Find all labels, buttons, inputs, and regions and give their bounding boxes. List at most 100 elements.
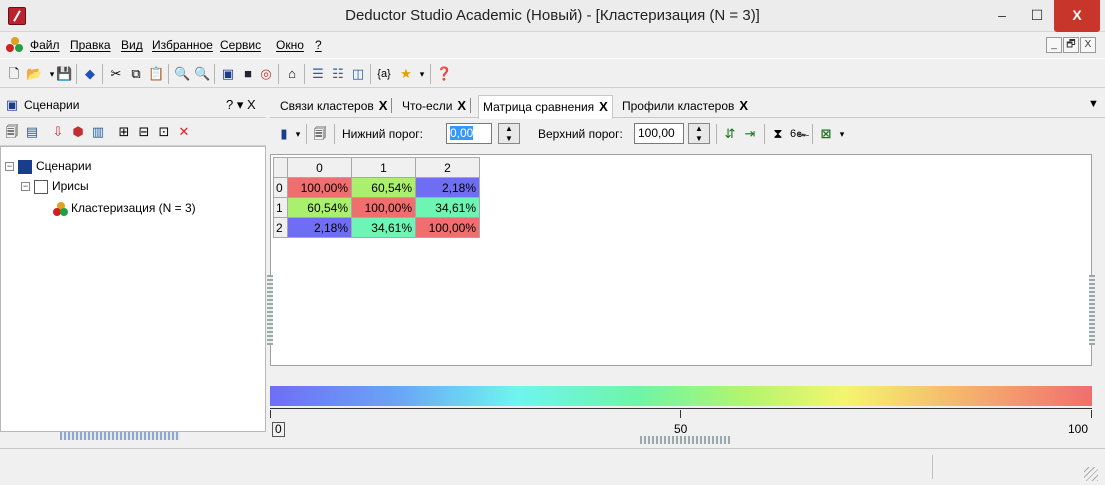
menu-view[interactable]: Вид: [121, 38, 143, 52]
matrix-cell[interactable]: 2,18%: [287, 217, 352, 238]
menu-help[interactable]: ?: [315, 38, 322, 52]
panel-resize-grip[interactable]: [60, 432, 180, 440]
wizard-icon[interactable]: ◆: [82, 66, 98, 82]
lower-threshold-input[interactable]: 0,00: [446, 123, 492, 144]
close-button[interactable]: X: [1054, 0, 1100, 32]
matrix-column-header[interactable]: 0: [287, 157, 352, 178]
columns-icon[interactable]: ⇥: [742, 126, 758, 142]
matrix-column-header[interactable]: 2: [415, 157, 480, 178]
help-icon[interactable]: ❓: [436, 66, 452, 82]
left-resize-grip[interactable]: [267, 275, 273, 345]
menu-window[interactable]: Окно: [276, 38, 304, 52]
toolbar-separator: [304, 64, 305, 84]
tab-what-if[interactable]: Что-если X: [398, 98, 472, 113]
tab-close-icon[interactable]: X: [739, 98, 748, 113]
delete-icon[interactable]: ✕: [176, 124, 192, 140]
save-icon[interactable]: 💾: [56, 66, 72, 82]
window-icon[interactable]: ◫: [350, 66, 366, 82]
paste-icon[interactable]: 📋: [148, 66, 164, 82]
refresh-icon[interactable]: ◎: [258, 66, 274, 82]
document-panel: Связи кластеров X Что-если X Матрица сравн…: [267, 92, 1105, 444]
menu-file[interactable]: Файл: [30, 38, 60, 52]
matrix-column-header[interactable]: 1: [351, 157, 416, 178]
matrix-cell[interactable]: 34,61%: [415, 197, 480, 218]
maximize-button[interactable]: ☐: [1020, 0, 1054, 32]
home-icon[interactable]: ⌂: [284, 66, 300, 82]
tile-icon[interactable]: ☷: [330, 66, 346, 82]
filter-icon[interactable]: ⧗: [770, 126, 786, 142]
matrix-cell[interactable]: 60,54%: [287, 197, 352, 218]
scenario-icon[interactable]: ▣: [220, 66, 236, 82]
tree-expand-icon[interactable]: ⊞: [116, 124, 132, 140]
tab-close-icon[interactable]: X: [379, 98, 388, 113]
right-resize-grip[interactable]: [1089, 275, 1095, 345]
collapse-icon[interactable]: −: [21, 182, 30, 192]
tab-close-icon[interactable]: X: [599, 99, 608, 114]
tree-node-irises[interactable]: − Ирисы: [21, 177, 89, 195]
variables-icon[interactable]: {a}: [376, 66, 392, 82]
tree-node-label: Ирисы: [52, 179, 89, 193]
tab-close-icon[interactable]: X: [457, 98, 466, 113]
open-folder-icon[interactable]: 📂: [26, 66, 42, 82]
menu-edit[interactable]: Правка: [70, 38, 111, 52]
scenarios-panel: ▣ Сценарии ? ▾ X 🗐 ▤ ⇩ ⬢ ▥ ⊞ ⊟ ⊡ ✕ − Сцен…: [0, 92, 266, 444]
bottom-resize-grip[interactable]: [640, 436, 730, 444]
matrix-cell[interactable]: 34,61%: [351, 217, 416, 238]
visualization-icon[interactable]: ▥: [90, 124, 106, 140]
matrix-corner[interactable]: [273, 157, 288, 178]
properties-icon[interactable]: 🗐: [4, 124, 20, 140]
minimize-button[interactable]: –: [985, 0, 1019, 32]
favorites-dropdown-icon[interactable]: ▾: [414, 66, 430, 82]
tree-move-icon[interactable]: ⊡: [156, 124, 172, 140]
matrix-row-header[interactable]: 2: [273, 217, 288, 238]
tab-comparison-matrix[interactable]: Матрица сравнения X: [478, 95, 613, 119]
toolbar-separator: [764, 124, 765, 144]
import-icon[interactable]: ⇩: [50, 124, 66, 140]
lower-threshold-stepper[interactable]: ▲ ▼: [498, 123, 520, 144]
upper-threshold-input[interactable]: 100,00: [634, 123, 684, 144]
upper-threshold-stepper[interactable]: ▲ ▼: [688, 123, 710, 144]
new-file-icon[interactable]: 🗋: [6, 66, 22, 82]
menu-favorites[interactable]: Избранное: [152, 38, 213, 52]
tree-node-scenarios[interactable]: − Сценарии: [5, 157, 91, 175]
export-dropdown-icon[interactable]: ▾: [834, 126, 850, 142]
search-glasses-icon[interactable]: 6๛: [790, 126, 809, 142]
run-icon[interactable]: ■: [240, 66, 256, 82]
collapse-icon[interactable]: −: [5, 162, 14, 172]
export-excel-icon[interactable]: ⊠: [818, 126, 834, 142]
scenarios-panel-controls[interactable]: ? ▾ X: [226, 97, 256, 113]
toolbar-separator: [812, 124, 813, 144]
rows-icon[interactable]: ⇵: [722, 126, 738, 142]
tabs-dropdown-icon[interactable]: ▼: [1088, 98, 1099, 110]
processing-icon[interactable]: ⬢: [70, 124, 86, 140]
tab-cluster-links[interactable]: Связи кластеров X: [276, 98, 393, 113]
tile-horizontal-icon[interactable]: ☰: [310, 66, 326, 82]
tab-cluster-profiles[interactable]: Профили кластеров X: [618, 98, 752, 113]
matrix-cell[interactable]: 60,54%: [351, 177, 416, 198]
matrix-row-header[interactable]: 0: [273, 177, 288, 198]
favorites-star-icon[interactable]: ★: [398, 66, 414, 82]
find-icon[interactable]: 🔍: [174, 66, 190, 82]
window-size-grip[interactable]: [1084, 467, 1098, 481]
matrix-properties-icon[interactable]: 🗐: [312, 126, 328, 142]
mdi-restore-button[interactable]: 🗗: [1063, 37, 1079, 53]
tree-node-label: Сценарии: [36, 159, 92, 173]
matrix-row-header[interactable]: 1: [273, 197, 288, 218]
status-separator: [932, 455, 933, 479]
toolbar-separator: [168, 64, 169, 84]
matrix-cell[interactable]: 2,18%: [415, 177, 480, 198]
tree-collapse-icon[interactable]: ⊟: [136, 124, 152, 140]
copy-icon[interactable]: ⧉: [128, 66, 144, 82]
mdi-minimize-button[interactable]: _: [1046, 37, 1062, 53]
tree-node-clustering[interactable]: Кластеризация (N = 3): [53, 199, 196, 217]
mdi-close-button[interactable]: X: [1080, 37, 1096, 53]
cut-icon[interactable]: ✂: [108, 66, 124, 82]
find-next-icon[interactable]: 🔍: [194, 66, 210, 82]
report-icon[interactable]: ▤: [24, 124, 40, 140]
display-mode-dropdown-icon[interactable]: ▾: [290, 126, 306, 142]
matrix-cell[interactable]: 100,00%: [351, 197, 416, 218]
mdi-controls: _ 🗗 X: [1046, 36, 1100, 54]
menu-service[interactable]: Сервис: [220, 38, 261, 52]
matrix-cell[interactable]: 100,00%: [287, 177, 352, 198]
matrix-cell[interactable]: 100,00%: [415, 217, 480, 238]
